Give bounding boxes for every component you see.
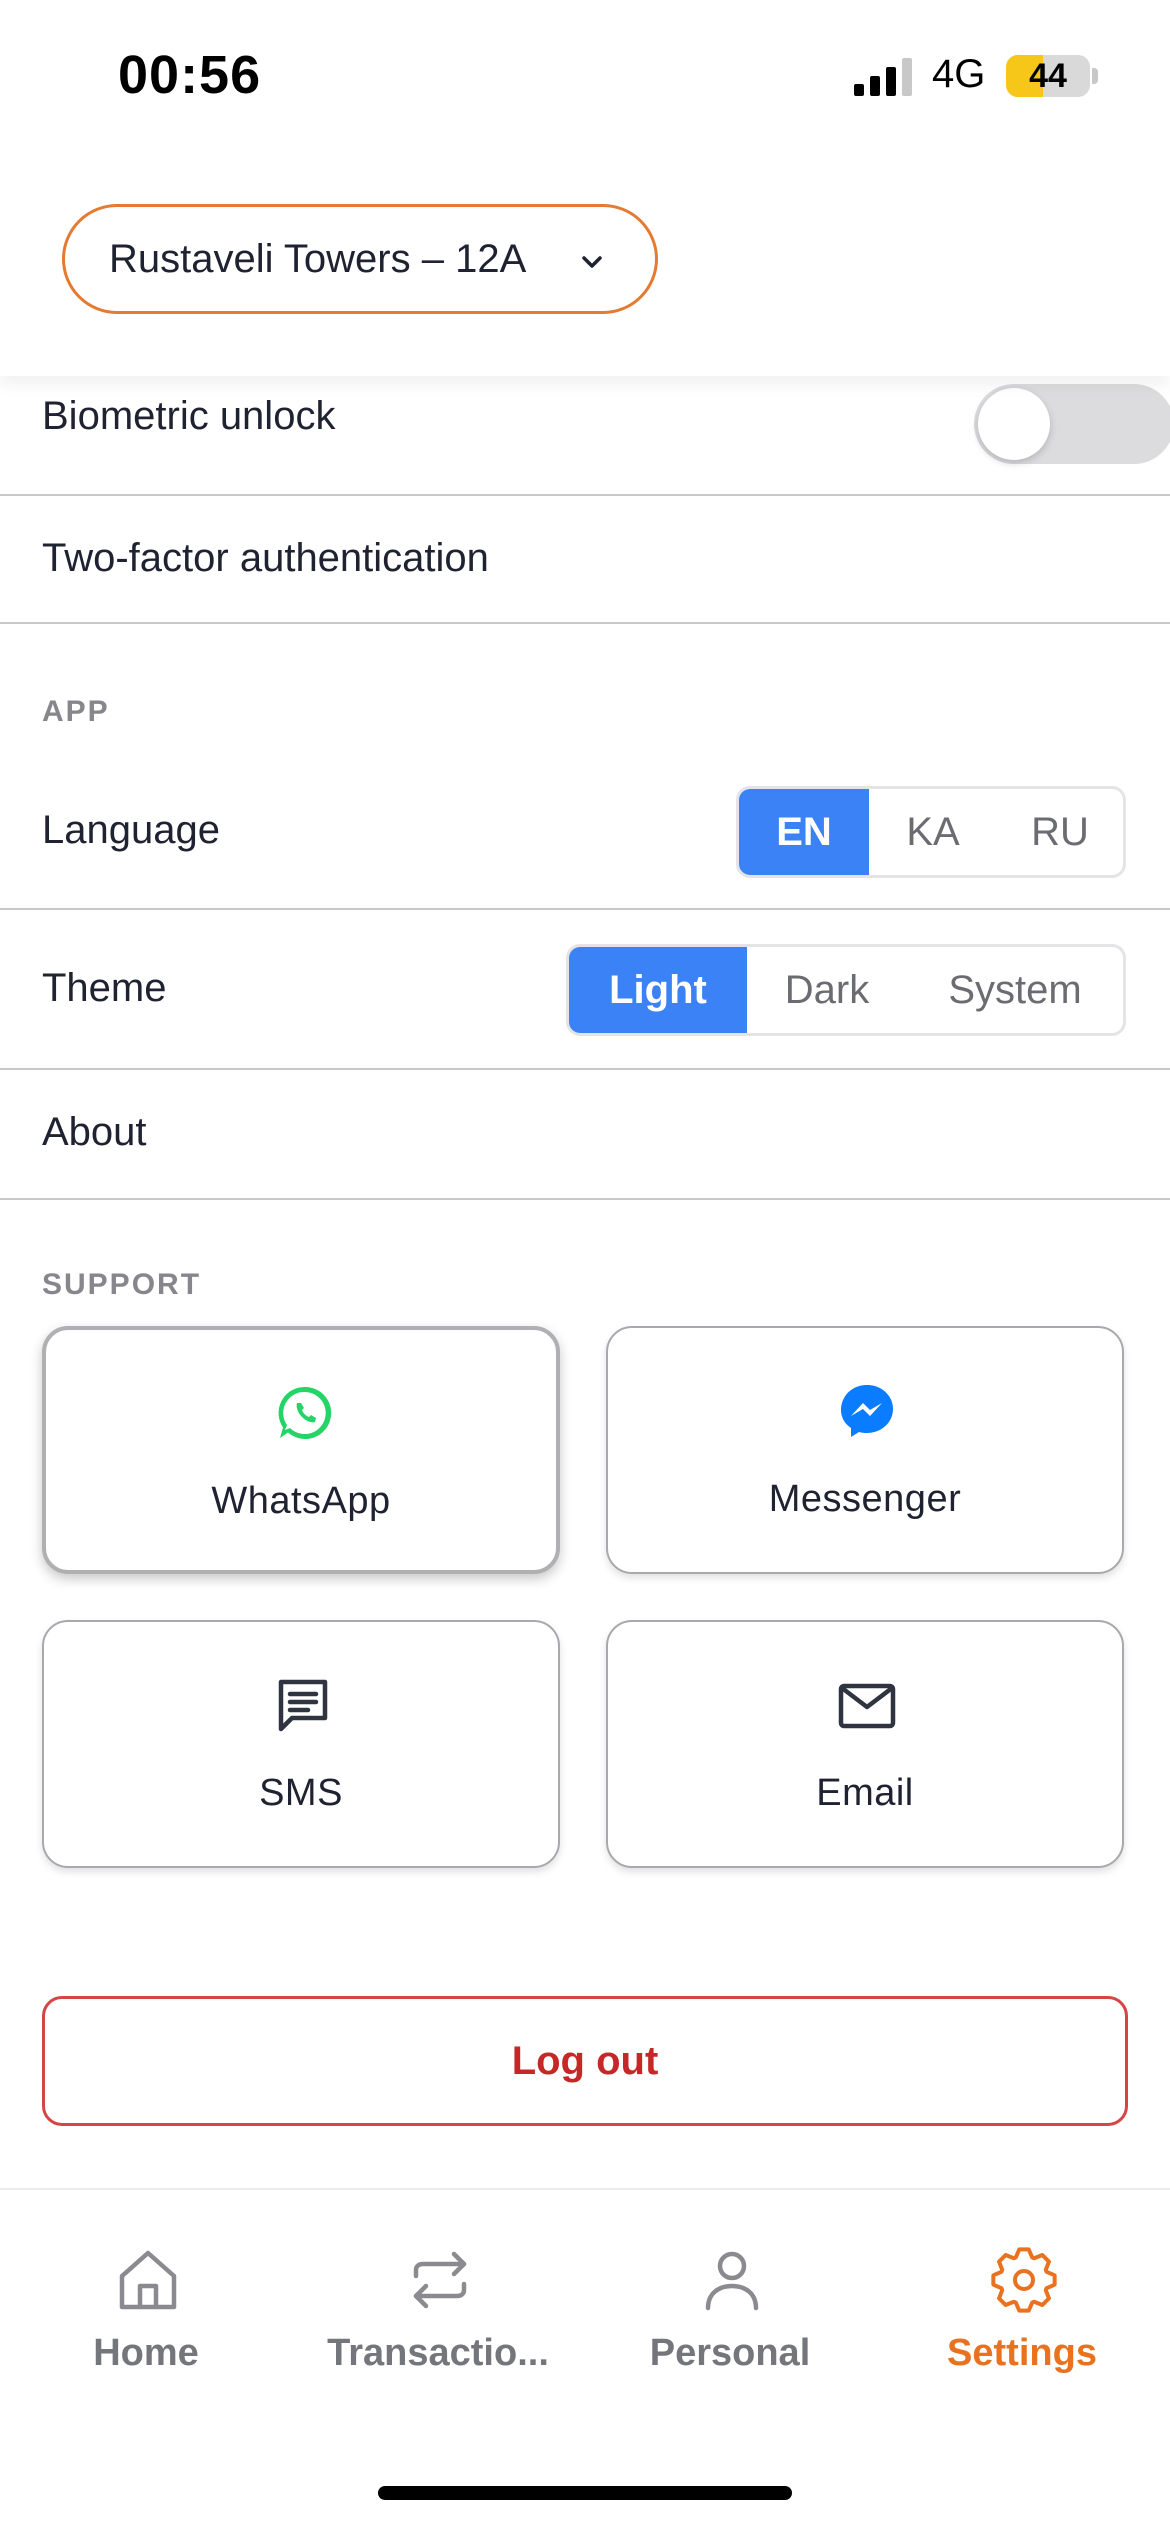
app-section-header: APP — [42, 695, 110, 728]
theme-selector: Light Dark System — [566, 944, 1126, 1036]
theme-label: Theme — [42, 966, 167, 1010]
chevron-down-icon — [582, 256, 602, 268]
two-factor-row[interactable]: Two-factor authentication — [0, 496, 1170, 624]
home-indicator — [378, 2486, 792, 2500]
biometric-unlock-label: Biometric unlock — [42, 394, 336, 438]
theme-option-light[interactable]: Light — [569, 947, 747, 1033]
about-row[interactable]: About — [0, 1070, 1170, 1200]
messenger-icon — [841, 1385, 893, 1437]
property-selector[interactable]: Rustaveli Towers – 12A — [62, 204, 658, 314]
support-email-card[interactable]: Email — [606, 1620, 1124, 1868]
language-option-en[interactable]: EN — [739, 789, 869, 875]
person-icon — [705, 2251, 759, 2311]
battery-icon: 44 — [1006, 55, 1090, 97]
network-type: 4G — [932, 52, 986, 96]
support-email-label: Email — [816, 1772, 914, 1814]
tab-transactions[interactable]: Transactio... — [292, 2190, 584, 2410]
status-time: 00:56 — [118, 45, 262, 105]
tab-home-label: Home — [93, 2332, 199, 2374]
home-icon — [119, 2250, 177, 2310]
property-header: Rustaveli Towers – 12A — [0, 140, 1170, 376]
signal-strength-icon — [854, 58, 912, 96]
support-whatsapp-label: WhatsApp — [211, 1480, 391, 1522]
support-whatsapp-card[interactable]: WhatsApp — [42, 1326, 560, 1574]
tab-bar: Home Transactio... Personal Settings — [0, 2188, 1170, 2532]
toggle-knob — [978, 388, 1050, 460]
tab-personal-label: Personal — [649, 2332, 811, 2374]
support-section-header: SUPPORT — [42, 1268, 202, 1301]
battery-tip — [1092, 68, 1098, 84]
language-label: Language — [42, 808, 220, 852]
tab-home[interactable]: Home — [0, 2190, 292, 2410]
support-messenger-label: Messenger — [768, 1478, 962, 1520]
whatsapp-icon — [278, 1386, 332, 1439]
about-label: About — [42, 1110, 147, 1154]
tab-personal[interactable]: Personal — [584, 2190, 876, 2410]
biometric-unlock-toggle[interactable] — [974, 384, 1170, 464]
language-option-ka[interactable]: KA — [869, 789, 997, 875]
tab-transactions-label: Transactio... — [327, 2332, 549, 2374]
theme-option-dark[interactable]: Dark — [747, 947, 907, 1033]
sms-icon — [278, 1679, 328, 1732]
language-option-ru[interactable]: RU — [997, 789, 1123, 875]
support-sms-label: SMS — [259, 1772, 343, 1814]
battery-percent: 44 — [1029, 57, 1067, 95]
status-bar: 00:56 4G 44 — [0, 0, 1170, 140]
two-factor-label: Two-factor authentication — [42, 536, 489, 580]
gear-icon — [991, 2247, 1057, 2313]
theme-option-system[interactable]: System — [907, 947, 1123, 1033]
language-selector: EN KA RU — [736, 786, 1126, 878]
email-icon — [838, 1683, 896, 1729]
tab-settings-label: Settings — [947, 2332, 1097, 2374]
support-sms-card[interactable]: SMS — [42, 1620, 560, 1868]
logout-button[interactable]: Log out — [42, 1996, 1128, 2126]
transactions-icon — [413, 2251, 467, 2309]
support-messenger-card[interactable]: Messenger — [606, 1326, 1124, 1574]
property-name: Rustaveli Towers – 12A — [109, 236, 527, 281]
tab-settings[interactable]: Settings — [876, 2190, 1168, 2410]
